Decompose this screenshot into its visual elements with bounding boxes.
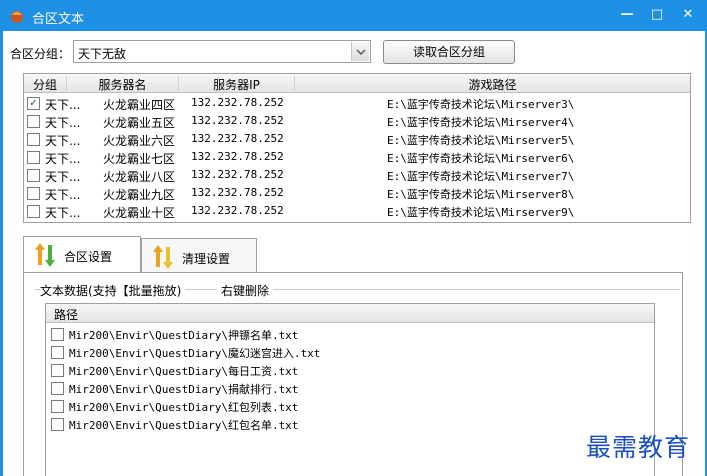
cell-server-ip: 132.232.78.252 <box>191 150 284 163</box>
cell-game-path: E:\蓝宇传奇技术论坛\Mirserver3\ <box>387 98 575 111</box>
group-select[interactable]: 天下无敌 <box>73 40 371 63</box>
cell-group: 天下... <box>45 134 81 148</box>
row-checkbox[interactable] <box>27 187 40 200</box>
path-text: Mir200\Envir\QuestDiary\魔幻迷宫进入.txt <box>69 347 321 360</box>
table-row[interactable]: 天下... 火龙霸业十区 132.232.78.252 E:\蓝宇传奇技术论坛\Mir… <box>24 202 690 220</box>
table-row[interactable]: 天下... 火龙霸业七区 132.232.78.252 E:\蓝宇传奇技术论坛\Mir… <box>24 148 690 166</box>
path-text: Mir200\Envir\QuestDiary\红包名单.txt <box>69 419 299 432</box>
cell-server-name: 火龙霸业八区 <box>103 170 176 184</box>
row-checkbox[interactable]: ✓ <box>27 97 40 110</box>
cell-server-ip: 132.232.78.252 <box>191 168 284 181</box>
cell-server-ip: 132.232.78.252 <box>191 132 284 145</box>
tab-label: 合区设置 <box>64 250 113 264</box>
tab-cleanup-settings[interactable]: 清理设置 <box>141 238 257 272</box>
table-row[interactable]: 天下... 火龙霸业六区 132.232.78.252 E:\蓝宇传奇技术论坛\Mir… <box>24 130 690 148</box>
column-header-game-path[interactable]: 游戏路径 <box>295 76 690 92</box>
right-click-delete-hint: 右键删除 <box>217 282 274 299</box>
cell-server-name: 火龙霸业十区 <box>103 206 176 220</box>
cell-server-name: 火龙霸业六区 <box>103 134 176 148</box>
text-path-list: 路径 Mir200\Envir\QuestDiary\押镖名单.txt Mir20… <box>45 303 655 476</box>
path-text: Mir200\Envir\QuestDiary\押镖名单.txt <box>69 329 299 342</box>
path-text: Mir200\Envir\QuestDiary\红包列表.txt <box>69 401 299 414</box>
row-checkbox[interactable] <box>51 418 64 431</box>
cell-group: 天下... <box>45 188 81 202</box>
cell-game-path: E:\蓝宇传奇技术论坛\Mirserver8\ <box>387 188 575 201</box>
arrows-icon <box>153 245 173 269</box>
close-button[interactable]: ✕ <box>679 6 697 24</box>
row-checkbox[interactable] <box>27 151 40 164</box>
row-checkbox[interactable] <box>27 205 40 218</box>
cell-game-path: E:\蓝宇传奇技术论坛\Mirserver6\ <box>387 152 575 165</box>
server-table: 分组 服务器名 服务器IP 游戏路径 ✓ 天下... 火龙霸业四区 132.232.7… <box>23 73 691 223</box>
column-header-server-ip[interactable]: 服务器IP <box>179 76 295 92</box>
column-header-server-name[interactable]: 服务器名 <box>67 76 179 92</box>
server-table-header: 分组 服务器名 服务器IP 游戏路径 <box>24 74 690 93</box>
cell-game-path: E:\蓝宇传奇技术论坛\Mirserver5\ <box>387 134 575 147</box>
maximize-button[interactable]: □ <box>648 6 666 24</box>
cell-game-path: E:\蓝宇传奇技术论坛\Mirserver7\ <box>387 170 575 183</box>
list-item[interactable]: Mir200\Envir\QuestDiary\红包名单.txt <box>46 415 654 433</box>
read-group-button[interactable]: 读取合区分组 <box>383 40 515 64</box>
row-checkbox[interactable] <box>27 133 40 146</box>
cell-group: 天下... <box>45 206 81 220</box>
row-checkbox[interactable] <box>51 328 64 341</box>
group-select-label: 合区分组： <box>10 47 71 61</box>
list-item[interactable]: Mir200\Envir\QuestDiary\红包列表.txt <box>46 397 654 415</box>
row-checkbox[interactable] <box>51 382 64 395</box>
group-select-value: 天下无敌 <box>78 47 127 61</box>
list-item[interactable]: Mir200\Envir\QuestDiary\押镖名单.txt <box>46 325 654 343</box>
path-list-header: 路径 <box>46 304 654 323</box>
app-icon <box>11 11 23 23</box>
cell-server-name: 火龙霸业七区 <box>103 152 176 166</box>
cell-server-ip: 132.232.78.252 <box>191 186 284 199</box>
minimize-button[interactable]: — <box>618 6 636 24</box>
cell-server-name: 火龙霸业九区 <box>103 188 176 202</box>
cell-game-path: E:\蓝宇传奇技术论坛\Mirserver4\ <box>387 116 575 129</box>
table-row[interactable]: 天下... 火龙霸业五区 132.232.78.252 E:\蓝宇传奇技术论坛\Mir… <box>24 112 690 130</box>
tab-merge-settings[interactable]: 合区设置 <box>23 236 141 273</box>
table-row[interactable]: 天下... 火龙霸业九区 132.232.78.252 E:\蓝宇传奇技术论坛\Mir… <box>24 184 690 202</box>
table-row[interactable]: 天下... 火龙霸业八区 132.232.78.252 E:\蓝宇传奇技术论坛\Mir… <box>24 166 690 184</box>
cell-server-ip: 132.232.78.252 <box>191 114 284 127</box>
column-header-group[interactable]: 分组 <box>24 76 67 92</box>
tab-label: 清理设置 <box>182 252 231 266</box>
row-checkbox[interactable] <box>27 115 40 128</box>
title-bar: 合区文本 — □ ✕ <box>0 0 707 31</box>
chevron-down-icon <box>356 49 366 56</box>
window-border-left <box>0 31 3 476</box>
cell-server-name: 火龙霸业四区 <box>103 98 176 112</box>
dropdown-button[interactable] <box>351 42 369 61</box>
path-text: Mir200\Envir\QuestDiary\每日工资.txt <box>69 365 299 378</box>
table-row[interactable]: ✓ 天下... 火龙霸业四区 132.232.78.252 E:\蓝宇传奇技术论坛\Mi… <box>24 94 690 112</box>
column-header-path[interactable]: 路径 <box>54 306 78 323</box>
list-item[interactable]: Mir200\Envir\QuestDiary\捐献排行.txt <box>46 379 654 397</box>
row-checkbox[interactable] <box>51 400 64 413</box>
cell-group: 天下... <box>45 98 81 112</box>
cell-group: 天下... <box>45 116 81 130</box>
list-item[interactable]: Mir200\Envir\QuestDiary\魔幻迷宫进入.txt <box>46 343 654 361</box>
watermark: 最需教育 <box>586 433 691 462</box>
row-checkbox[interactable] <box>51 364 64 377</box>
list-item[interactable]: Mir200\Envir\QuestDiary\每日工资.txt <box>46 361 654 379</box>
cell-game-path: E:\蓝宇传奇技术论坛\Mirserver9\ <box>387 206 575 219</box>
cell-server-name: 火龙霸业五区 <box>103 116 176 130</box>
text-data-legend: 文本数据(支持【批量拖放) <box>40 282 186 299</box>
cell-group: 天下... <box>45 152 81 166</box>
row-checkbox[interactable] <box>51 346 64 359</box>
cell-server-ip: 132.232.78.252 <box>191 204 284 217</box>
cell-group: 天下... <box>45 170 81 184</box>
window-title: 合区文本 <box>32 12 85 27</box>
cell-server-ip: 132.232.78.252 <box>191 96 284 109</box>
row-checkbox[interactable] <box>27 169 40 182</box>
path-text: Mir200\Envir\QuestDiary\捐献排行.txt <box>69 383 299 396</box>
arrows-icon <box>35 243 55 267</box>
